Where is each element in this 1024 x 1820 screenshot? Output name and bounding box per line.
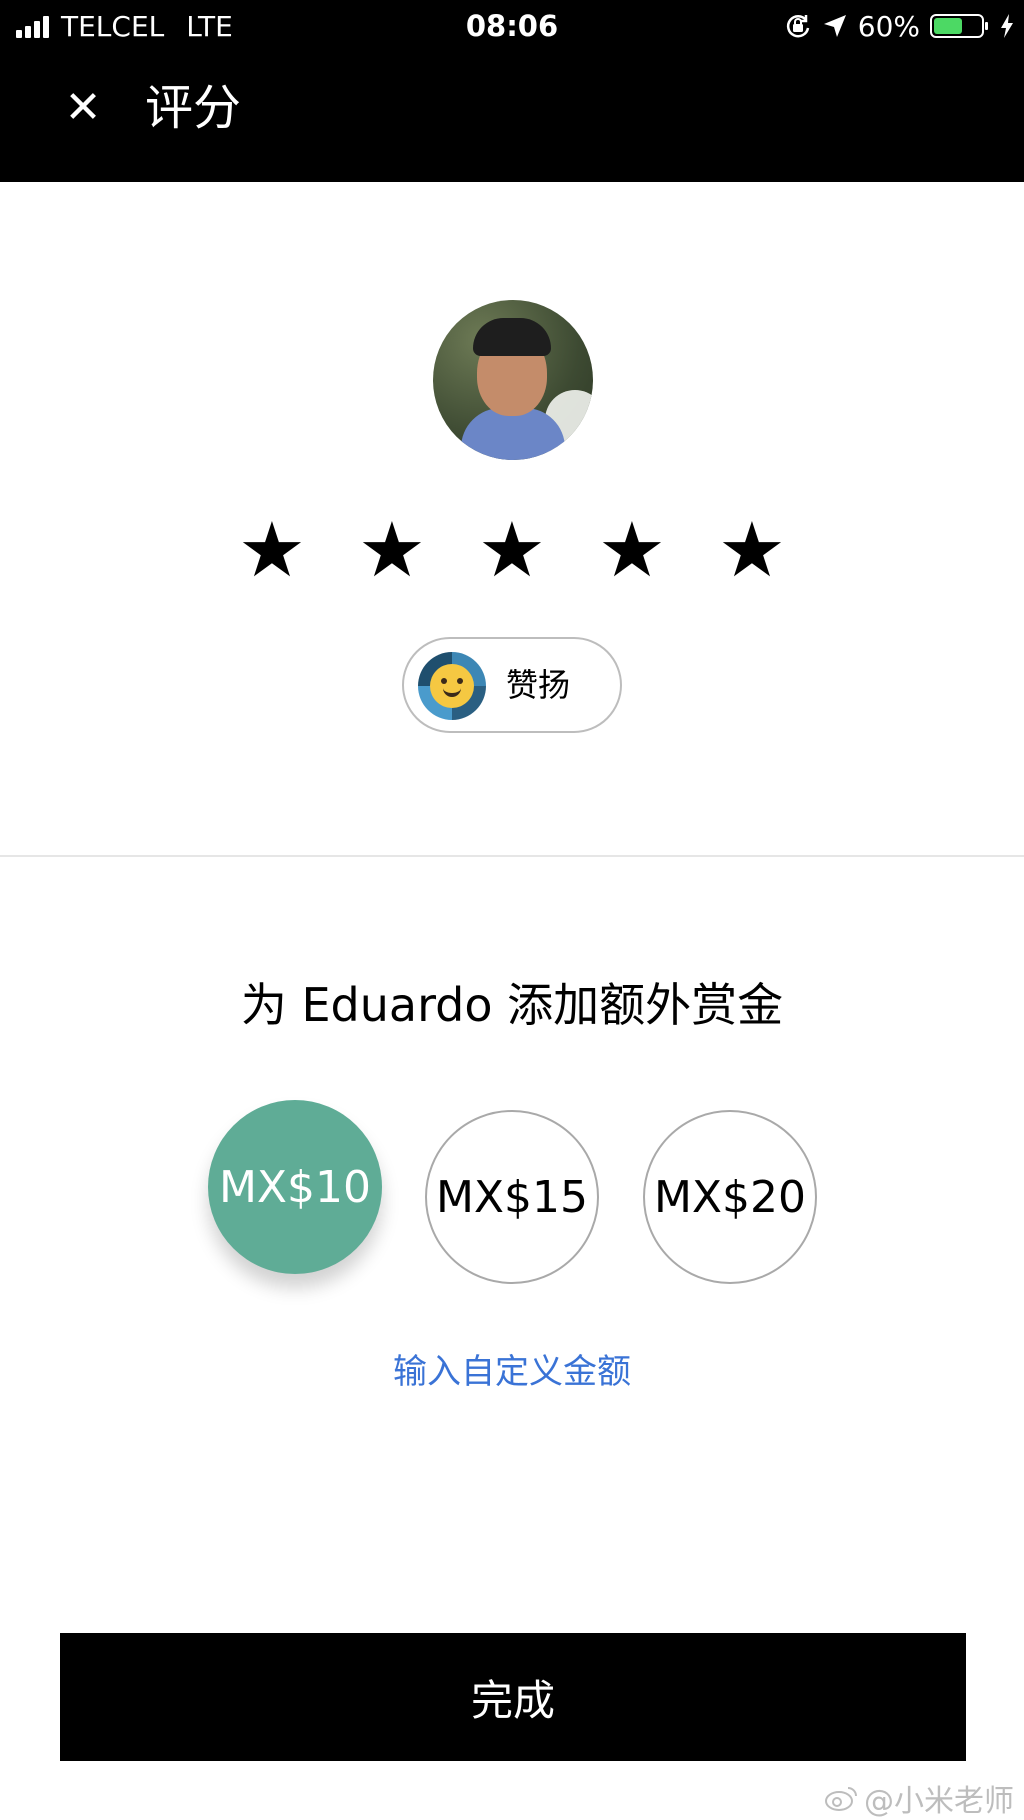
status-bar: TELCEL LTE 08:06 60% xyxy=(0,0,1024,52)
compliment-chip[interactable]: 赞扬 xyxy=(402,637,622,733)
close-icon: ✕ xyxy=(64,81,102,133)
tip-option-15[interactable]: MX$15 xyxy=(425,1110,599,1284)
location-arrow-icon xyxy=(823,15,846,37)
watermark: @小米老师 xyxy=(824,1776,1014,1820)
battery-percent: 60% xyxy=(857,9,920,43)
tip-option-label: MX$15 xyxy=(435,1171,589,1223)
star-4-icon[interactable]: ★ xyxy=(597,510,667,590)
done-label: 完成 xyxy=(470,1675,555,1725)
watermark-text: @小米老师 xyxy=(864,1784,1014,1819)
tip-option-label: MX$10 xyxy=(218,1161,372,1213)
star-5-icon[interactable]: ★ xyxy=(717,510,787,590)
status-bar-right: 60% xyxy=(784,0,1014,52)
close-button[interactable]: ✕ xyxy=(58,81,108,133)
battery-icon xyxy=(930,14,988,38)
custom-amount-link[interactable]: 输入自定义金额 xyxy=(0,1350,1024,1394)
weibo-icon xyxy=(825,1787,857,1811)
tip-option-10[interactable]: MX$10 xyxy=(208,1100,382,1274)
star-2-icon[interactable]: ★ xyxy=(357,510,427,590)
star-3-icon[interactable]: ★ xyxy=(477,510,547,590)
tip-heading: 为 Eduardo 添加额外赏金 xyxy=(240,978,784,1032)
smiley-face-icon xyxy=(418,652,486,720)
done-button[interactable]: 完成 xyxy=(60,1633,966,1761)
page-title: 评分 xyxy=(145,80,242,136)
tip-option-label: MX$20 xyxy=(653,1171,807,1223)
charging-bolt-icon xyxy=(1001,14,1013,38)
orientation-lock-icon xyxy=(786,15,809,38)
compliment-label: 赞扬 xyxy=(506,666,571,704)
section-divider xyxy=(0,855,1024,857)
top-nav-bar: ✕ 评分 xyxy=(0,52,1024,182)
driver-avatar xyxy=(433,300,593,460)
star-rating: ★ ★ ★ ★ ★ xyxy=(0,510,1024,590)
battery-fill xyxy=(934,18,962,34)
star-1-icon[interactable]: ★ xyxy=(237,510,307,590)
tip-option-20[interactable]: MX$20 xyxy=(643,1110,817,1284)
